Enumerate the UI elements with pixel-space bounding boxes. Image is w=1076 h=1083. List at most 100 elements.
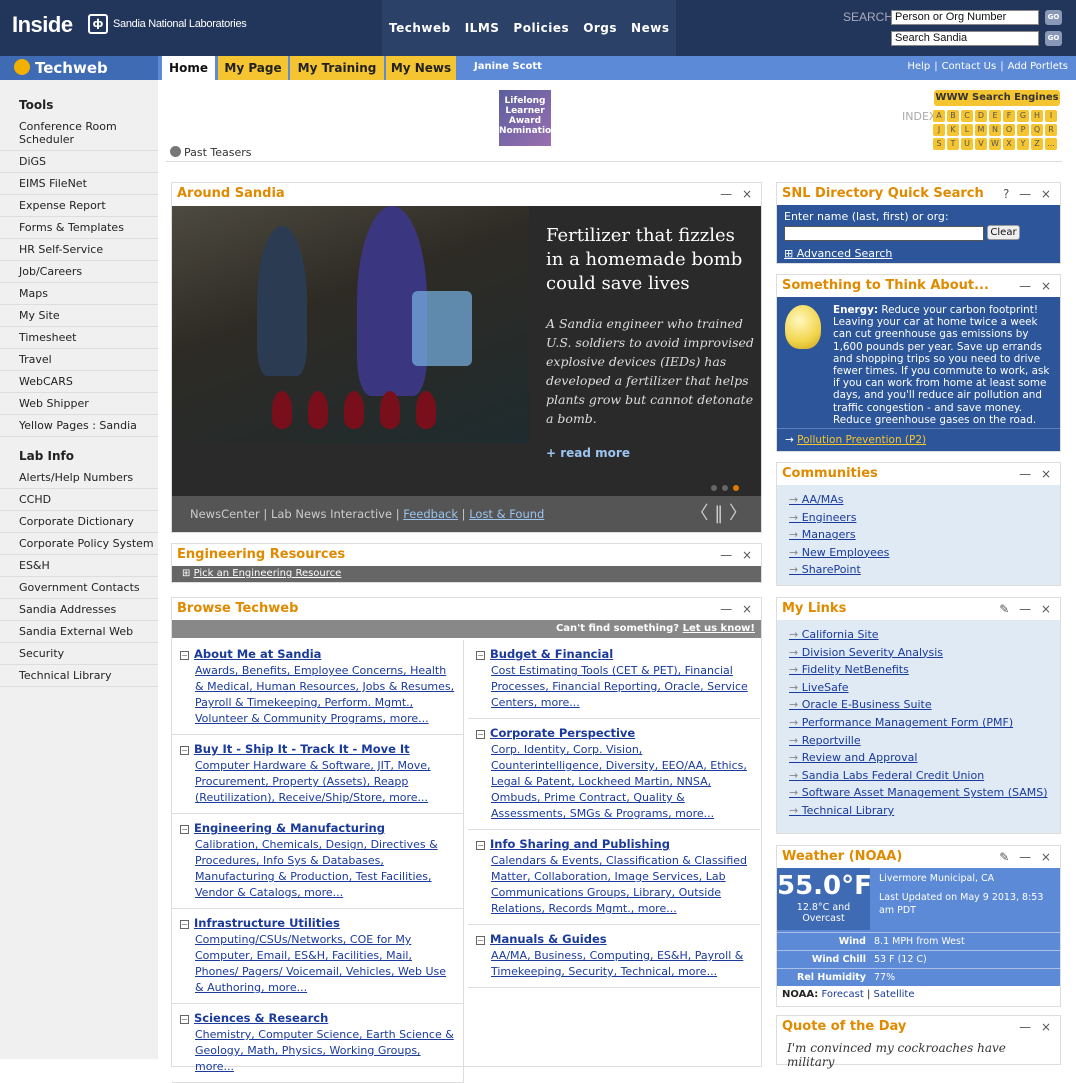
community-link[interactable]: New Employees: [789, 544, 1060, 562]
browse-section-title[interactable]: About Me at Sandia: [194, 647, 321, 661]
sidebar-lab-link[interactable]: Sandia External Web: [0, 621, 158, 643]
browse-section-title[interactable]: Manuals & Guides: [490, 932, 607, 946]
feedback-link[interactable]: Feedback: [403, 507, 458, 521]
portlet-controls[interactable]: ✎ — ×: [999, 846, 1054, 868]
my-link[interactable]: Technical Library: [789, 802, 1060, 820]
lifelong-learner-award-banner[interactable]: Lifelong Learner Award Nominations: [499, 90, 563, 146]
my-link[interactable]: Review and Approval: [789, 749, 1060, 767]
index-letter[interactable]: I: [1045, 110, 1057, 122]
sidebar-tool-link[interactable]: Conference Room Scheduler: [0, 116, 158, 151]
index-letter[interactable]: L: [961, 124, 973, 136]
index-letter[interactable]: Q: [1031, 124, 1043, 136]
index-letter[interactable]: J: [933, 124, 945, 136]
pick-resource-link[interactable]: Pick an Engineering Resource: [194, 568, 342, 579]
nav-orgs[interactable]: Orgs: [576, 0, 624, 56]
index-letter[interactable]: U: [961, 138, 973, 150]
index-letter[interactable]: P: [1017, 124, 1029, 136]
newscenter-link[interactable]: NewsCenter: [190, 507, 260, 521]
sidebar-lab-link[interactable]: Corporate Dictionary: [0, 511, 158, 533]
sidebar-lab-link[interactable]: Alerts/Help Numbers: [0, 467, 158, 489]
sidebar-tool-link[interactable]: Expense Report: [0, 195, 158, 217]
add-portlets-link[interactable]: Add Portlets: [1004, 61, 1072, 72]
index-letter[interactable]: H: [1031, 110, 1043, 122]
my-link[interactable]: Reportville: [789, 732, 1060, 750]
sidebar-tool-link[interactable]: Forms & Templates: [0, 217, 158, 239]
collapse-icon[interactable]: −: [180, 1015, 189, 1024]
index-letter[interactable]: Z: [1031, 138, 1043, 150]
contact-link[interactable]: Contact Us: [938, 61, 1001, 72]
inside-logo[interactable]: Inside: [12, 12, 73, 38]
portlet-controls[interactable]: — ×: [1019, 275, 1054, 297]
sidebar-tool-link[interactable]: My Site: [0, 305, 158, 327]
sandia-search-input[interactable]: Search Sandia: [891, 31, 1039, 46]
portlet-controls[interactable]: ✎ — ×: [999, 598, 1054, 620]
my-link[interactable]: Software Asset Management System (SAMS): [789, 784, 1060, 802]
browse-section-links[interactable]: Computing/CSUs/Networks, COE for My Comp…: [180, 932, 455, 996]
read-more-link[interactable]: + read more: [546, 446, 630, 460]
sidebar-tool-link[interactable]: WebCARS: [0, 371, 158, 393]
advanced-search-link[interactable]: ⊞ Advanced Search: [784, 247, 1053, 260]
tab-my-news[interactable]: My News: [386, 56, 456, 80]
feature-photo[interactable]: [172, 206, 529, 443]
sidebar-lab-link[interactable]: CCHD: [0, 489, 158, 511]
index-letter[interactable]: O: [1003, 124, 1015, 136]
index-letter[interactable]: ...: [1045, 138, 1057, 150]
collapse-icon[interactable]: −: [180, 920, 189, 929]
nav-ilms[interactable]: ILMS: [458, 0, 507, 56]
browse-section-links[interactable]: Calendars & Events, Classification & Cla…: [476, 853, 752, 917]
sidebar-lab-link[interactable]: Government Contacts: [0, 577, 158, 599]
portlet-controls[interactable]: — ×: [1019, 463, 1054, 485]
collapse-icon[interactable]: −: [476, 936, 485, 945]
browse-section-links[interactable]: Corp. Identity, Corp. Vision, Counterint…: [476, 742, 752, 822]
sidebar-tool-link[interactable]: DiGS: [0, 151, 158, 173]
sidebar-tool-link[interactable]: Maps: [0, 283, 158, 305]
my-link[interactable]: LiveSafe: [789, 679, 1060, 697]
index-letter[interactable]: N: [989, 124, 1001, 136]
portlet-controls[interactable]: ? — ×: [1003, 183, 1054, 205]
index-letter[interactable]: E: [989, 110, 1001, 122]
browse-section-title[interactable]: Corporate Perspective: [490, 726, 635, 740]
index-letter[interactable]: S: [933, 138, 945, 150]
index-letter[interactable]: B: [947, 110, 959, 122]
collapse-icon[interactable]: −: [476, 730, 485, 739]
tab-my-training[interactable]: My Training: [290, 56, 384, 80]
collapse-icon[interactable]: −: [476, 841, 485, 850]
person-search-go-button[interactable]: GO: [1045, 10, 1062, 25]
forecast-link[interactable]: Forecast: [821, 989, 863, 1000]
lost-found-link[interactable]: Lost & Found: [469, 507, 544, 521]
community-link[interactable]: Engineers: [789, 509, 1060, 527]
www-search-engines-button[interactable]: WWW Search Engines: [934, 90, 1060, 106]
sidebar-lab-link[interactable]: Sandia Addresses: [0, 599, 158, 621]
index-letter[interactable]: Y: [1017, 138, 1029, 150]
index-letter[interactable]: K: [947, 124, 959, 136]
index-letter[interactable]: D: [975, 110, 987, 122]
browse-section-title[interactable]: Sciences & Research: [194, 1011, 328, 1025]
index-letter[interactable]: W: [989, 138, 1001, 150]
lab-news-link[interactable]: Lab News Interactive: [271, 507, 392, 521]
feature-headline[interactable]: Fertilizer that fizzles in a homemade bo…: [546, 224, 756, 296]
sidebar-tool-link[interactable]: Web Shipper: [0, 393, 158, 415]
browse-section-links[interactable]: AA/MA, Business, Computing, ES&H, Payrol…: [476, 948, 752, 980]
techweb-logo[interactable]: Techweb: [0, 56, 158, 80]
pollution-prevention-link[interactable]: Pollution Prevention (P2): [797, 434, 926, 446]
tab-home[interactable]: Home: [162, 56, 215, 80]
collapse-icon[interactable]: −: [180, 651, 189, 660]
index-letter[interactable]: G: [1017, 110, 1029, 122]
clear-button[interactable]: Clear: [987, 224, 1020, 240]
sidebar-tool-link[interactable]: Timesheet: [0, 327, 158, 349]
sidebar-tool-link[interactable]: EIMS FileNet: [0, 173, 158, 195]
sidebar-lab-link[interactable]: Corporate Policy System: [0, 533, 158, 555]
community-link[interactable]: AA/MAs: [789, 491, 1060, 509]
past-teasers-link[interactable]: Past Teasers: [170, 146, 252, 159]
my-link[interactable]: Division Severity Analysis: [789, 644, 1060, 662]
portlet-controls[interactable]: — ×: [1019, 1016, 1054, 1038]
index-letter[interactable]: X: [1003, 138, 1015, 150]
directory-input[interactable]: [784, 226, 984, 241]
index-letter[interactable]: C: [961, 110, 973, 122]
my-link[interactable]: Performance Management Form (PMF): [789, 714, 1060, 732]
let-us-know-link[interactable]: Let us know!: [683, 623, 755, 634]
satellite-link[interactable]: Satellite: [874, 989, 915, 1000]
sidebar-lab-link[interactable]: ES&H: [0, 555, 158, 577]
carousel-dots[interactable]: [706, 481, 739, 494]
nav-techweb[interactable]: Techweb: [382, 0, 458, 56]
